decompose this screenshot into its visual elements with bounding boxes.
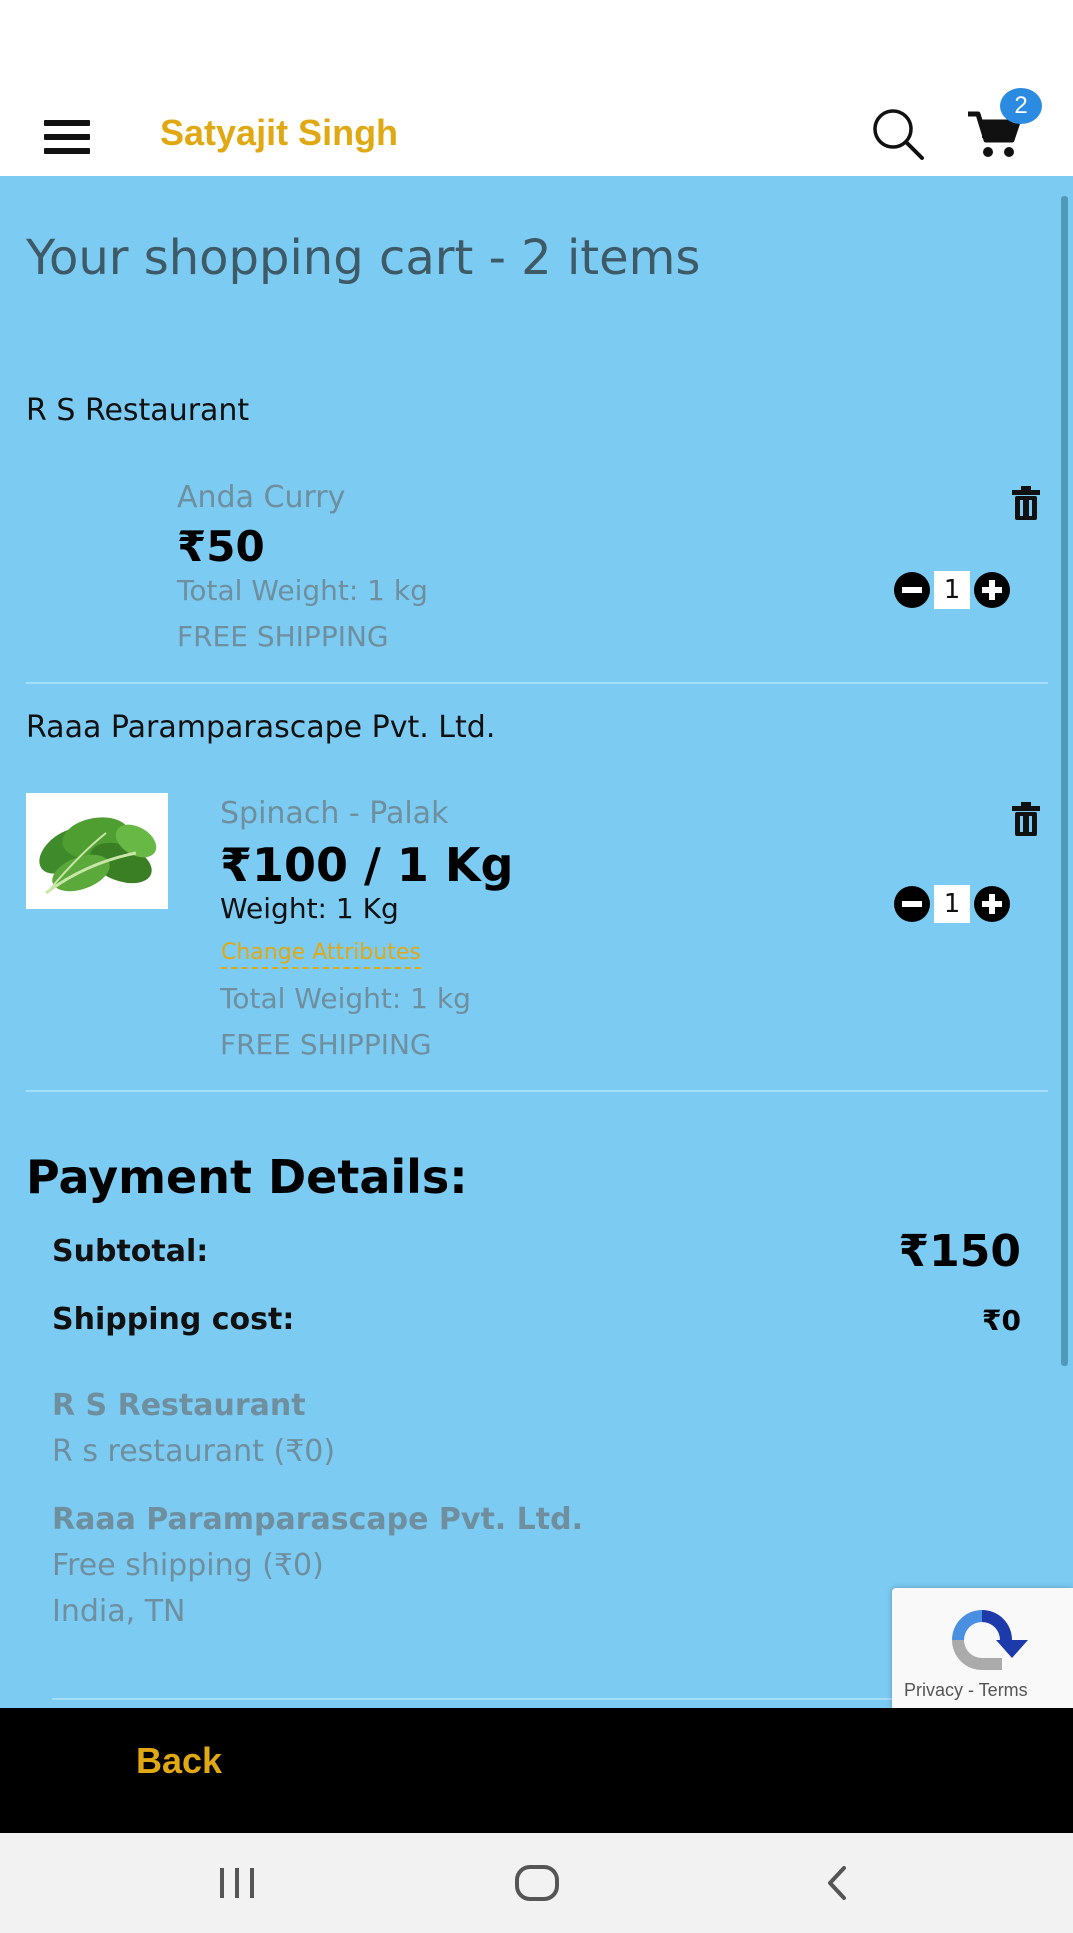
payment-title: Payment Details:: [26, 1150, 468, 1204]
shipping-cost-label: Shipping cost:: [52, 1302, 295, 1337]
shipping-method: Free shipping (₹0): [52, 1548, 324, 1583]
app-header: Satyajit Singh 2: [0, 0, 1073, 176]
subtotal-value: ₹150: [898, 1226, 1021, 1277]
trash-icon[interactable]: [1012, 802, 1040, 836]
shipping-store-name: Raaa Paramparascape Pvt. Ltd.: [52, 1502, 583, 1537]
minus-icon[interactable]: [894, 886, 930, 922]
item-name[interactable]: Spinach - Palak: [220, 796, 448, 831]
scrollbar[interactable]: [1061, 196, 1068, 1366]
shipping-method: R s restaurant (₹0): [52, 1434, 336, 1469]
store-name: R S Restaurant: [26, 393, 250, 428]
change-attributes-link[interactable]: Change Attributes: [221, 940, 421, 969]
item-shipping: FREE SHIPPING: [177, 620, 389, 653]
store-name: Raaa Paramparascape Pvt. Ltd.: [26, 710, 496, 745]
shipping-store-name: R S Restaurant: [52, 1388, 306, 1423]
shipping-location: India, TN: [52, 1594, 186, 1629]
item-shipping: FREE SHIPPING: [220, 1028, 432, 1061]
item-price: ₹50: [177, 522, 265, 571]
item-total-weight: Total Weight: 1 kg: [220, 982, 471, 1015]
item-price: ₹100 / 1 Kg: [220, 838, 514, 892]
recaptcha-icon: [952, 1610, 1028, 1670]
menu-icon[interactable]: [44, 120, 90, 154]
page-title: Your shopping cart - 2 items: [26, 230, 701, 286]
subtotal-label: Subtotal:: [52, 1234, 209, 1269]
recent-apps-icon[interactable]: [218, 1866, 258, 1904]
back-button[interactable]: Back: [136, 1740, 222, 1782]
quantity-field[interactable]: 1: [934, 885, 970, 923]
back-nav-icon[interactable]: [824, 1864, 850, 1906]
recaptcha-links[interactable]: Privacy - Terms: [904, 1680, 1028, 1701]
home-icon[interactable]: [514, 1864, 560, 1906]
item-name[interactable]: Anda Curry: [177, 480, 345, 515]
divider: [52, 1698, 922, 1700]
item-total-weight: Total Weight: 1 kg: [177, 574, 428, 607]
brand-title: Satyajit Singh: [160, 112, 399, 153]
trash-icon[interactable]: [1012, 486, 1040, 520]
minus-icon[interactable]: [894, 572, 930, 608]
divider: [26, 1090, 1048, 1092]
item-weight: Weight: 1 Kg: [220, 892, 399, 925]
recaptcha-badge[interactable]: Privacy - Terms: [892, 1588, 1073, 1710]
plus-icon[interactable]: [974, 886, 1010, 922]
quantity-stepper: 1: [894, 571, 1010, 609]
cart-count-badge: 2: [1000, 88, 1042, 124]
divider: [26, 682, 1048, 684]
spinach-image[interactable]: [26, 793, 168, 909]
shipping-cost-value: ₹0: [982, 1304, 1021, 1337]
plus-icon[interactable]: [974, 572, 1010, 608]
quantity-stepper: 1: [894, 885, 1010, 923]
search-icon[interactable]: [868, 104, 928, 164]
quantity-field[interactable]: 1: [934, 571, 970, 609]
